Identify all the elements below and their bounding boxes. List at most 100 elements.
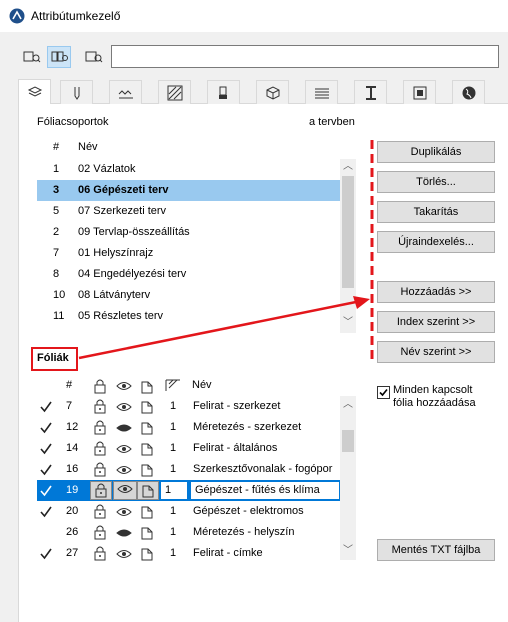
scroll-up-icon[interactable]: ︿ — [340, 159, 356, 175]
group-num: 1 — [53, 163, 60, 175]
wireframe-icon[interactable] — [140, 524, 154, 545]
lock-icon[interactable] — [93, 440, 107, 461]
add-connected-label: Minden kapcsolt fólia hozzáadása — [393, 384, 476, 409]
group-name: 05 Részletes terv — [78, 310, 163, 322]
lock-icon[interactable] — [93, 545, 107, 566]
layer-row[interactable]: 7 1 Felirat - szerkezet — [37, 396, 340, 417]
app-icon — [9, 8, 25, 24]
group-num: 2 — [53, 226, 60, 238]
group-num: 5 — [53, 205, 60, 217]
search-input[interactable] — [111, 45, 499, 68]
layer-num: 26 — [66, 526, 79, 538]
delete-button[interactable]: Törlés... — [377, 171, 495, 193]
lock-icon[interactable] — [93, 398, 107, 419]
group-row[interactable]: 11 05 Részletes terv — [37, 306, 340, 327]
group-name: 01 Helyszínrajz — [78, 247, 154, 259]
group-row[interactable]: 3 06 Gépészeti terv — [37, 180, 340, 201]
layer-num: 19 — [66, 484, 79, 496]
view-split-icon[interactable] — [47, 46, 71, 68]
layer-num: 7 — [66, 400, 73, 412]
col-name: Név — [192, 379, 212, 391]
layers-scroll-thumb[interactable] — [342, 430, 354, 452]
group-row[interactable]: 8 04 Engedélyezési terv — [37, 264, 340, 285]
tab-profiles[interactable] — [354, 80, 387, 104]
intersection-value: 1 — [170, 547, 177, 559]
tab-layers[interactable] — [18, 79, 51, 104]
intersection-value: 1 — [170, 505, 177, 517]
group-name: 04 Engedélyezési terv — [78, 268, 187, 280]
group-name: 08 Látványterv — [78, 289, 151, 301]
wireframe-icon[interactable] — [140, 545, 154, 566]
add-by-name-button[interactable]: Név szerint >> — [377, 341, 495, 363]
layers-list[interactable]: # Név 7 1 Felirat - szerkezet 12 1 Méretezés … — [37, 375, 357, 561]
group-row[interactable]: 7 01 Helyszínrajz — [37, 243, 340, 264]
view-detail-icon[interactable] — [81, 46, 105, 68]
layers-scrollbar[interactable] — [340, 396, 356, 560]
layer-num: 14 — [66, 442, 79, 454]
layers-label: Fóliák — [37, 352, 69, 364]
scroll-down-icon[interactable]: ﹀ — [340, 543, 356, 559]
groups-header: # Név — [37, 137, 357, 158]
wireframe-icon[interactable] — [137, 481, 159, 500]
layer-row[interactable]: 20 1 Gépészet - elektromos — [37, 501, 340, 522]
add-by-index-button[interactable]: Index szerint >> — [377, 311, 495, 333]
tab-pens[interactable] — [60, 80, 93, 104]
group-name: 09 Tervlap-összeállítás — [78, 226, 190, 238]
layer-row[interactable]: 27 1 Felirat - címke — [37, 543, 340, 564]
layer-name: Felirat - általános — [193, 442, 278, 454]
scroll-down-icon[interactable]: ﹀ — [340, 315, 356, 331]
lock-icon[interactable] — [93, 419, 107, 440]
layer-num: 16 — [66, 463, 79, 475]
eye-icon[interactable] — [116, 547, 132, 568]
layer-name: Szerkesztővonalak - fogópor — [193, 463, 333, 475]
layer-row[interactable]: 16 1 Szerkesztővonalak - fogópor — [37, 459, 340, 480]
add-button[interactable]: Hozzáadás >> — [377, 281, 495, 303]
layer-row[interactable]: 26 1 Méretezés - helyszín — [37, 522, 340, 543]
reindex-button[interactable]: Újraindexelés... — [377, 231, 495, 253]
wireframe-icon[interactable] — [140, 461, 154, 482]
duplicate-button[interactable]: Duplikálás — [377, 141, 495, 163]
layer-name: Méretezés - szerkezet — [193, 421, 302, 433]
checkmark-icon[interactable] — [40, 547, 52, 568]
col-name: Név — [78, 141, 98, 153]
wireframe-icon[interactable] — [140, 503, 154, 524]
layer-name: Felirat - szerkezet — [193, 400, 281, 412]
layer-num: 12 — [66, 421, 79, 433]
col-num: # — [66, 379, 73, 391]
layer-row[interactable]: 19 1 Gépészet - fűtés és klíma — [37, 480, 340, 501]
group-row[interactable]: 5 07 Szerkezeti terv — [37, 201, 340, 222]
group-name: 07 Szerkezeti terv — [78, 205, 167, 217]
eye-icon[interactable] — [113, 481, 137, 500]
save-txt-button[interactable]: Mentés TXT fájlba — [377, 539, 495, 561]
tab-markup[interactable] — [403, 80, 436, 104]
lock-icon[interactable] — [90, 481, 112, 500]
group-name: 06 Gépészeti terv — [78, 184, 169, 196]
tab-linetypes[interactable] — [109, 80, 142, 104]
in-project-label: a tervben — [309, 116, 355, 128]
tab-globe[interactable] — [452, 80, 485, 104]
tab-surfaces[interactable] — [207, 80, 240, 104]
lock-icon[interactable] — [93, 524, 107, 545]
tab-fills[interactable] — [158, 80, 191, 104]
add-connected-checkbox[interactable] — [377, 386, 390, 399]
groups-scroll-thumb[interactable] — [342, 176, 354, 288]
layer-name-input[interactable]: Gépészet - fűtés és klíma — [190, 481, 340, 500]
purge-button[interactable]: Takarítás — [377, 201, 495, 223]
wireframe-icon[interactable] — [140, 419, 154, 440]
scroll-up-icon[interactable]: ︿ — [340, 397, 356, 413]
group-row[interactable]: 2 09 Tervlap-összeállítás — [37, 222, 340, 243]
layer-row[interactable]: 12 1 Méretezés - szerkezet — [37, 417, 340, 438]
tab-zones[interactable] — [305, 80, 338, 104]
group-row[interactable]: 1 02 Vázlatok — [37, 159, 340, 180]
lock-icon[interactable] — [93, 503, 107, 524]
intersection-input[interactable]: 1 — [160, 481, 188, 500]
wireframe-icon[interactable] — [140, 398, 154, 419]
lock-icon[interactable] — [93, 461, 107, 482]
view-list-icon[interactable] — [19, 46, 43, 68]
layer-name: Gépészet - elektromos — [193, 505, 304, 517]
wireframe-icon[interactable] — [140, 440, 154, 461]
tab-materials[interactable] — [256, 80, 289, 104]
groups-list[interactable]: # Név 1 02 Vázlatok 3 06 Gépészeti terv 5 07 … — [37, 137, 357, 333]
group-row[interactable]: 10 08 Látványterv — [37, 285, 340, 306]
layer-row[interactable]: 14 1 Felirat - általános — [37, 438, 340, 459]
